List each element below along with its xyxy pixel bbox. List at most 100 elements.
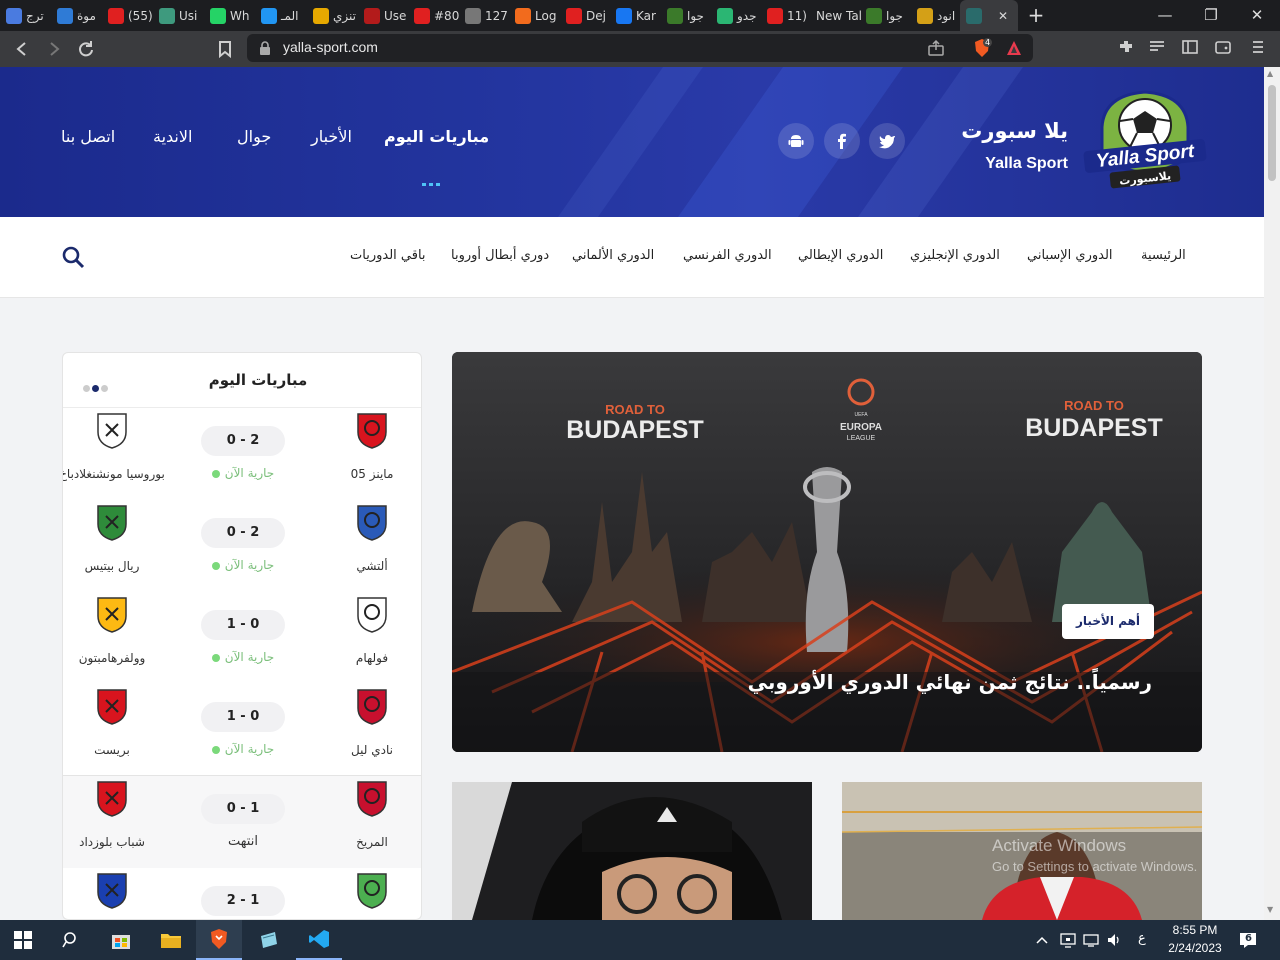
subnav-other-leagues[interactable]: باقي الدوريات: [350, 248, 426, 263]
browser-tab[interactable]: Usi: [159, 0, 208, 31]
browser-tab[interactable]: تنزي: [313, 0, 362, 31]
top-news-badge[interactable]: أهم الأخبار: [1062, 604, 1155, 639]
windows-start-icon[interactable]: [0, 920, 46, 960]
news-card-image: [452, 782, 812, 920]
subnav-french-league[interactable]: الدوري الفرنسي: [683, 248, 772, 263]
android-icon[interactable]: [778, 123, 814, 159]
new-tab-button[interactable]: +: [1024, 3, 1048, 27]
featured-headline[interactable]: رسمياً.. نتائج ثمن نهائي الدوري الأوروبي: [602, 670, 1152, 694]
browser-tab[interactable]: 127: [465, 0, 513, 31]
browser-tab[interactable]: Wh: [210, 0, 259, 31]
volume-icon[interactable]: [1106, 932, 1122, 952]
bookmark-icon[interactable]: [214, 38, 236, 60]
browser-tab[interactable]: Kar: [616, 0, 665, 31]
browser-tab[interactable]: انود: [917, 0, 958, 31]
search-icon[interactable]: [61, 245, 85, 273]
subnav-german-league[interactable]: الدوري الألماني: [572, 248, 654, 263]
network-icon[interactable]: [1083, 932, 1099, 952]
match-row[interactable]: 2 - 1: [63, 868, 421, 919]
match-row[interactable]: فولهام وولفرهامبتون 1 - 0 جارية الآن: [63, 592, 421, 684]
nav-mobile[interactable]: جوال: [237, 127, 271, 146]
store-icon[interactable]: [98, 920, 144, 960]
tray-expand-icon[interactable]: [1035, 932, 1049, 951]
notifications-icon[interactable]: 6: [1238, 930, 1258, 954]
browser-tab[interactable]: موة: [57, 0, 106, 31]
sidebar-icon[interactable]: [1179, 38, 1201, 60]
close-window-button[interactable]: ✕: [1234, 0, 1280, 31]
scroll-down-icon[interactable]: ▼: [1267, 905, 1273, 914]
wallet-icon[interactable]: [1212, 38, 1234, 60]
twitter-icon[interactable]: [869, 123, 905, 159]
vscode-icon[interactable]: [296, 920, 342, 960]
match-row[interactable]: المريخ شباب بلوزداد 0 - 1 انتهت: [63, 776, 421, 868]
featured-article[interactable]: ROAD TO BUDAPEST ROAD TO BUDAPEST UEFA E…: [452, 352, 1202, 752]
browser-tab[interactable]: #80: [414, 0, 463, 31]
address-bar[interactable]: yalla-sport.com 4: [247, 34, 1033, 62]
subnav-champions-league[interactable]: دوري أبطال أوروبا: [451, 248, 549, 263]
matches-header: مباريات اليوم: [63, 353, 421, 408]
app-tray-icon[interactable]: [1060, 932, 1076, 952]
subnav-italian-league[interactable]: الدوري الإيطالي: [798, 248, 883, 263]
brave-browser-icon[interactable]: [196, 920, 242, 960]
away-team-logo: [92, 502, 132, 542]
close-tab-icon[interactable]: ✕: [998, 9, 1008, 23]
browser-tab[interactable]: Log: [515, 0, 564, 31]
subnav-home[interactable]: الرئيسية: [1141, 248, 1186, 263]
restore-button[interactable]: ❐: [1188, 0, 1234, 31]
brave-shields-icon[interactable]: 4: [972, 38, 993, 62]
tab-label: Log: [535, 8, 557, 23]
input-language[interactable]: ع: [1138, 931, 1146, 946]
match-row[interactable]: ماينز 05 بوروسيا مونشنغلادباخ 0 - 2 جارية ا…: [63, 408, 421, 500]
minimize-button[interactable]: —: [1142, 0, 1188, 31]
browser-tab[interactable]: (55): [108, 0, 157, 31]
browser-tab[interactable]: ترج: [6, 0, 55, 31]
subnav-spanish-league[interactable]: الدوري الإسباني: [1027, 248, 1113, 263]
match-score: 2 - 1: [201, 886, 285, 916]
active-indicator: [422, 171, 446, 186]
page-scrollbar[interactable]: ▲ ▼: [1264, 67, 1280, 920]
subnav-english-league[interactable]: الدوري الإنجليزي: [910, 248, 1000, 263]
home-team-logo: [352, 778, 392, 818]
match-score: 0 - 2: [201, 518, 285, 548]
matches-widget: مباريات اليوم ماينز 05 بوروسيا مونشنغلادب…: [62, 352, 422, 920]
browser-tab[interactable]: جوا: [667, 0, 715, 31]
clock-date[interactable]: 2/24/2023: [1160, 941, 1230, 955]
browser-tab[interactable]: Dej: [566, 0, 614, 31]
match-row[interactable]: نادي ليل بريست 1 - 0 جارية الآن: [63, 684, 421, 776]
home-team-name: نادي ليل: [351, 743, 393, 757]
nav-clubs[interactable]: الاندية: [153, 127, 192, 146]
browser-tab[interactable]: Use: [364, 0, 412, 31]
share-icon[interactable]: [927, 39, 945, 61]
notepad-icon[interactable]: [246, 920, 292, 960]
away-team-logo: [92, 778, 132, 818]
facebook-icon[interactable]: [824, 123, 860, 159]
search-icon[interactable]: [48, 920, 94, 960]
file-explorer-icon[interactable]: [148, 920, 194, 960]
browser-tab[interactable]: جوا: [866, 0, 915, 31]
menu-icon[interactable]: [1247, 38, 1269, 60]
site-logo[interactable]: Yalla Sport يلاسبورت: [1080, 87, 1210, 192]
reload-icon[interactable]: [75, 38, 97, 60]
reading-list-icon[interactable]: [1146, 38, 1168, 60]
carousel-dots[interactable]: [83, 377, 108, 396]
poster-left-main: BUDAPEST: [566, 416, 704, 444]
brave-rewards-icon[interactable]: [1005, 39, 1023, 61]
nav-news[interactable]: الأخبار: [311, 127, 352, 146]
nav-matches-today[interactable]: مباريات اليوم: [384, 127, 489, 146]
extensions-icon[interactable]: [1115, 38, 1137, 60]
news-card[interactable]: [452, 782, 812, 920]
browser-tab[interactable]: 11): [767, 0, 814, 31]
browser-tab[interactable]: المـ: [261, 0, 311, 31]
svg-text:EUROPA: EUROPA: [840, 422, 882, 433]
match-row[interactable]: ألتشي ريال بيتيس 0 - 2 جارية الآن: [63, 500, 421, 592]
back-icon[interactable]: [11, 38, 33, 60]
scrollbar-thumb[interactable]: [1268, 85, 1276, 181]
scroll-up-icon[interactable]: ▲: [1267, 69, 1273, 78]
forward-icon[interactable]: [43, 38, 65, 60]
match-status: جارية الآن: [183, 558, 303, 572]
browser-tab[interactable]: جدو: [717, 0, 765, 31]
browser-tab[interactable]: ✕: [960, 0, 1018, 31]
browser-tab[interactable]: New Tal: [816, 0, 864, 31]
nav-contact[interactable]: اتصل بنا: [61, 127, 115, 146]
clock-time[interactable]: 8:55 PM: [1160, 923, 1230, 937]
